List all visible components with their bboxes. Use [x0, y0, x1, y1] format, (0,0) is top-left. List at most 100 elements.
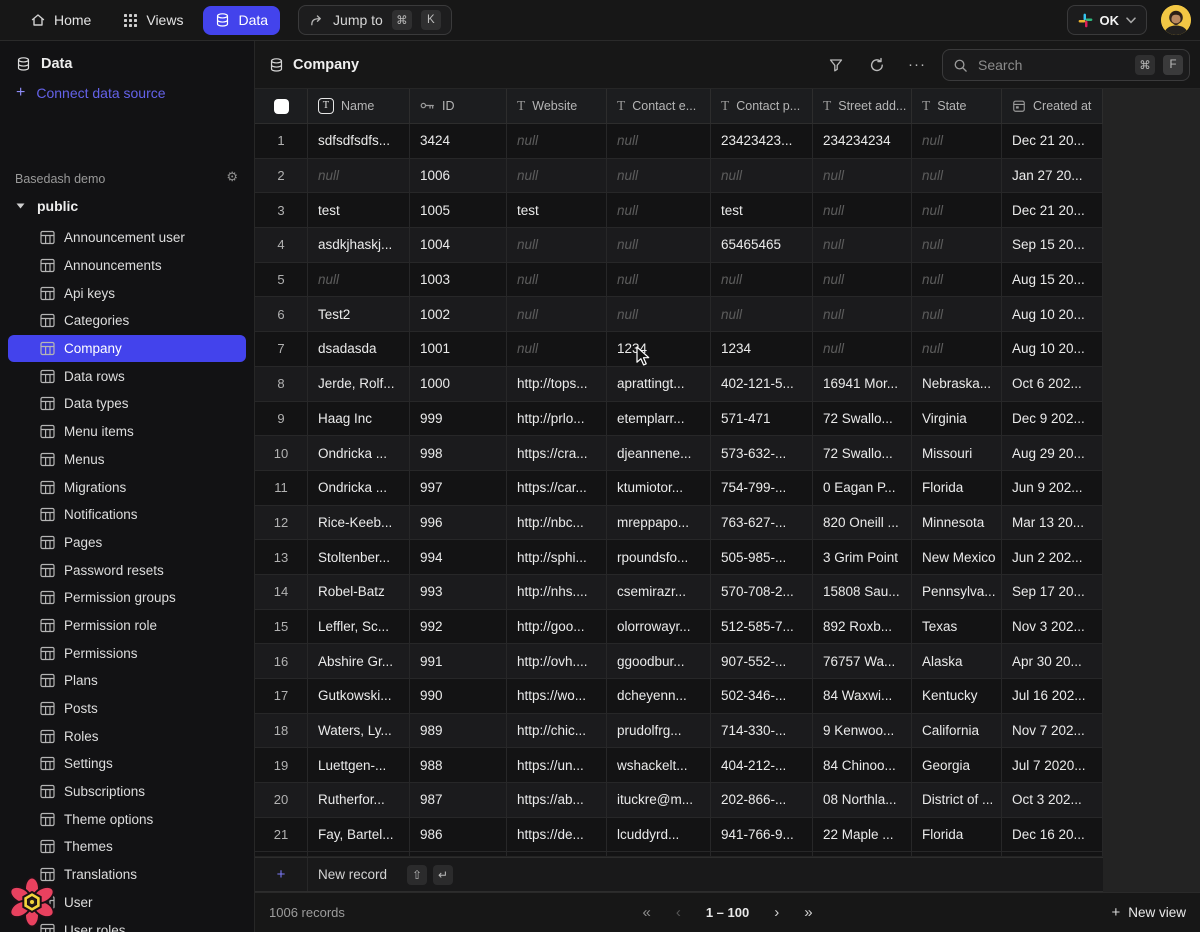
cell-website[interactable]: null — [507, 263, 607, 298]
row-number[interactable]: 9 — [255, 402, 308, 437]
cell-name[interactable]: null — [308, 263, 410, 298]
last-page-icon[interactable]: » — [804, 905, 812, 920]
cell-created_at[interactable]: Dec 16 20... — [1002, 818, 1103, 853]
cell-website[interactable]: https://cra... — [507, 436, 607, 471]
cell-contact_phone[interactable]: 502-346-... — [711, 679, 813, 714]
row-number[interactable]: 12 — [255, 506, 308, 541]
search-box[interactable]: ⌘ F — [942, 49, 1190, 81]
row-number[interactable]: 3 — [255, 193, 308, 228]
cell-created_at[interactable]: Jul 16 202... — [1002, 679, 1103, 714]
cell-id[interactable]: 998 — [410, 436, 507, 471]
cell-street_address[interactable]: null — [813, 228, 912, 263]
cell-contact_email[interactable]: aprattingt... — [607, 367, 711, 402]
cell-website[interactable]: http://nhs.... — [507, 575, 607, 610]
cell-street_address[interactable]: 22 Maple ... — [813, 818, 912, 853]
column-header-website[interactable]: TWebsite — [507, 89, 607, 124]
cell-state[interactable]: Georgia — [912, 748, 1002, 783]
sidebar-table-translations[interactable]: Translations — [0, 861, 254, 889]
cell-state[interactable]: null — [912, 124, 1002, 159]
sidebar-table-data-rows[interactable]: Data rows — [0, 362, 254, 390]
sidebar-table-announcement-user[interactable]: Announcement user — [0, 224, 254, 252]
column-header-created_at[interactable]: Created at — [1002, 89, 1103, 124]
nav-data[interactable]: Data — [203, 6, 280, 35]
cell-created_at[interactable]: Jun 2 202... — [1002, 540, 1103, 575]
cell-website[interactable]: https://un... — [507, 748, 607, 783]
search-input[interactable] — [976, 56, 1127, 74]
cell-created_at[interactable]: Jun 9 202... — [1002, 471, 1103, 506]
cell-contact_phone[interactable]: 907-552-... — [711, 644, 813, 679]
cell-website[interactable]: null — [507, 124, 607, 159]
cell-id[interactable]: 999 — [410, 402, 507, 437]
cell-created_at[interactable]: Aug 10 20... — [1002, 332, 1103, 367]
refresh-button[interactable] — [868, 56, 886, 74]
cell-contact_phone[interactable]: 23423423... — [711, 124, 813, 159]
filter-button[interactable] — [827, 56, 845, 74]
cell-contact_email[interactable]: rpoundsfo... — [607, 540, 711, 575]
cell-street_address[interactable]: 3 Grim Point — [813, 540, 912, 575]
cell-contact_email[interactable]: mreppapo... — [607, 506, 711, 541]
cell-website[interactable]: http://sphi... — [507, 540, 607, 575]
sidebar-table-menus[interactable]: Menus — [0, 446, 254, 474]
cell-id[interactable]: 3424 — [410, 124, 507, 159]
sidebar-table-plans[interactable]: Plans — [0, 667, 254, 695]
row-number[interactable]: 4 — [255, 228, 308, 263]
cell-name[interactable]: Ondricka ... — [308, 436, 410, 471]
cell-contact_phone[interactable]: 505-985-... — [711, 540, 813, 575]
cell-contact_email[interactable]: csemirazr... — [607, 575, 711, 610]
row-number[interactable]: 13 — [255, 540, 308, 575]
cell-name[interactable]: sdfsdfsdfs... — [308, 124, 410, 159]
cell-name[interactable]: Jerde, Rolf... — [308, 367, 410, 402]
cell-id[interactable]: 991 — [410, 644, 507, 679]
cell-created_at[interactable]: Aug 10 20... — [1002, 297, 1103, 332]
cell-street_address[interactable]: null — [813, 263, 912, 298]
cell-street_address[interactable]: 08 Northla... — [813, 783, 912, 818]
cell-name[interactable]: null — [308, 159, 410, 194]
cell-created_at[interactable]: Jul 7 2020... — [1002, 748, 1103, 783]
cell-contact_email[interactable]: null — [607, 159, 711, 194]
sidebar-table-posts[interactable]: Posts — [0, 695, 254, 723]
sidebar-table-permissions[interactable]: Permissions — [0, 639, 254, 667]
cell-id[interactable]: 994 — [410, 540, 507, 575]
new-view-button[interactable]: + New view — [1111, 893, 1186, 932]
cell-website[interactable]: null — [507, 228, 607, 263]
cell-street_address[interactable]: 76757 Wa... — [813, 644, 912, 679]
cell-website[interactable]: https://de... — [507, 818, 607, 853]
column-header-contact_email[interactable]: TContact e... — [607, 89, 711, 124]
cell-contact_phone[interactable]: 1234 — [711, 332, 813, 367]
sidebar-table-user[interactable]: User — [0, 889, 254, 917]
cell-id[interactable]: 986 — [410, 818, 507, 853]
row-number[interactable]: 16 — [255, 644, 308, 679]
cell-state[interactable]: Alaska — [912, 644, 1002, 679]
cell-name[interactable]: Waters, Ly... — [308, 714, 410, 749]
cell-name[interactable]: dsadasda — [308, 332, 410, 367]
cell-id[interactable]: 990 — [410, 679, 507, 714]
cell-id[interactable]: 997 — [410, 471, 507, 506]
cell-street_address[interactable]: 72 Swallo... — [813, 436, 912, 471]
row-number[interactable]: 5 — [255, 263, 308, 298]
first-page-icon[interactable]: « — [642, 905, 650, 920]
cell-name[interactable]: Abshire Gr... — [308, 644, 410, 679]
cell-name[interactable]: Ondricka ... — [308, 471, 410, 506]
cell-created_at[interactable]: Oct 3 202... — [1002, 783, 1103, 818]
cell-name[interactable]: Robel-Batz — [308, 575, 410, 610]
cell-street_address[interactable]: 234234234 — [813, 124, 912, 159]
cell-created_at[interactable]: Dec 21 20... — [1002, 193, 1103, 228]
sidebar-table-user-roles[interactable]: User roles — [0, 916, 254, 932]
cell-contact_phone[interactable]: 941-766-9... — [711, 818, 813, 853]
cell-contact_email[interactable]: wshackelt... — [607, 748, 711, 783]
cell-created_at[interactable]: Aug 15 20... — [1002, 263, 1103, 298]
cell-contact_phone[interactable]: 404-212-... — [711, 748, 813, 783]
cell-name[interactable]: test — [308, 193, 410, 228]
cell-state[interactable]: District of ... — [912, 783, 1002, 818]
nav-home[interactable]: Home — [18, 6, 103, 35]
cell-contact_email[interactable]: etemplarr... — [607, 402, 711, 437]
column-header-select[interactable] — [255, 89, 308, 124]
cell-street_address[interactable]: null — [813, 193, 912, 228]
cell-name[interactable]: Test2 — [308, 297, 410, 332]
cell-state[interactable]: null — [912, 159, 1002, 194]
cell-id[interactable]: 989 — [410, 714, 507, 749]
cell-name[interactable]: Haag Inc — [308, 402, 410, 437]
cell-street_address[interactable]: 9 Kenwoo... — [813, 714, 912, 749]
row-number[interactable]: 6 — [255, 297, 308, 332]
cell-contact_phone[interactable]: null — [711, 159, 813, 194]
